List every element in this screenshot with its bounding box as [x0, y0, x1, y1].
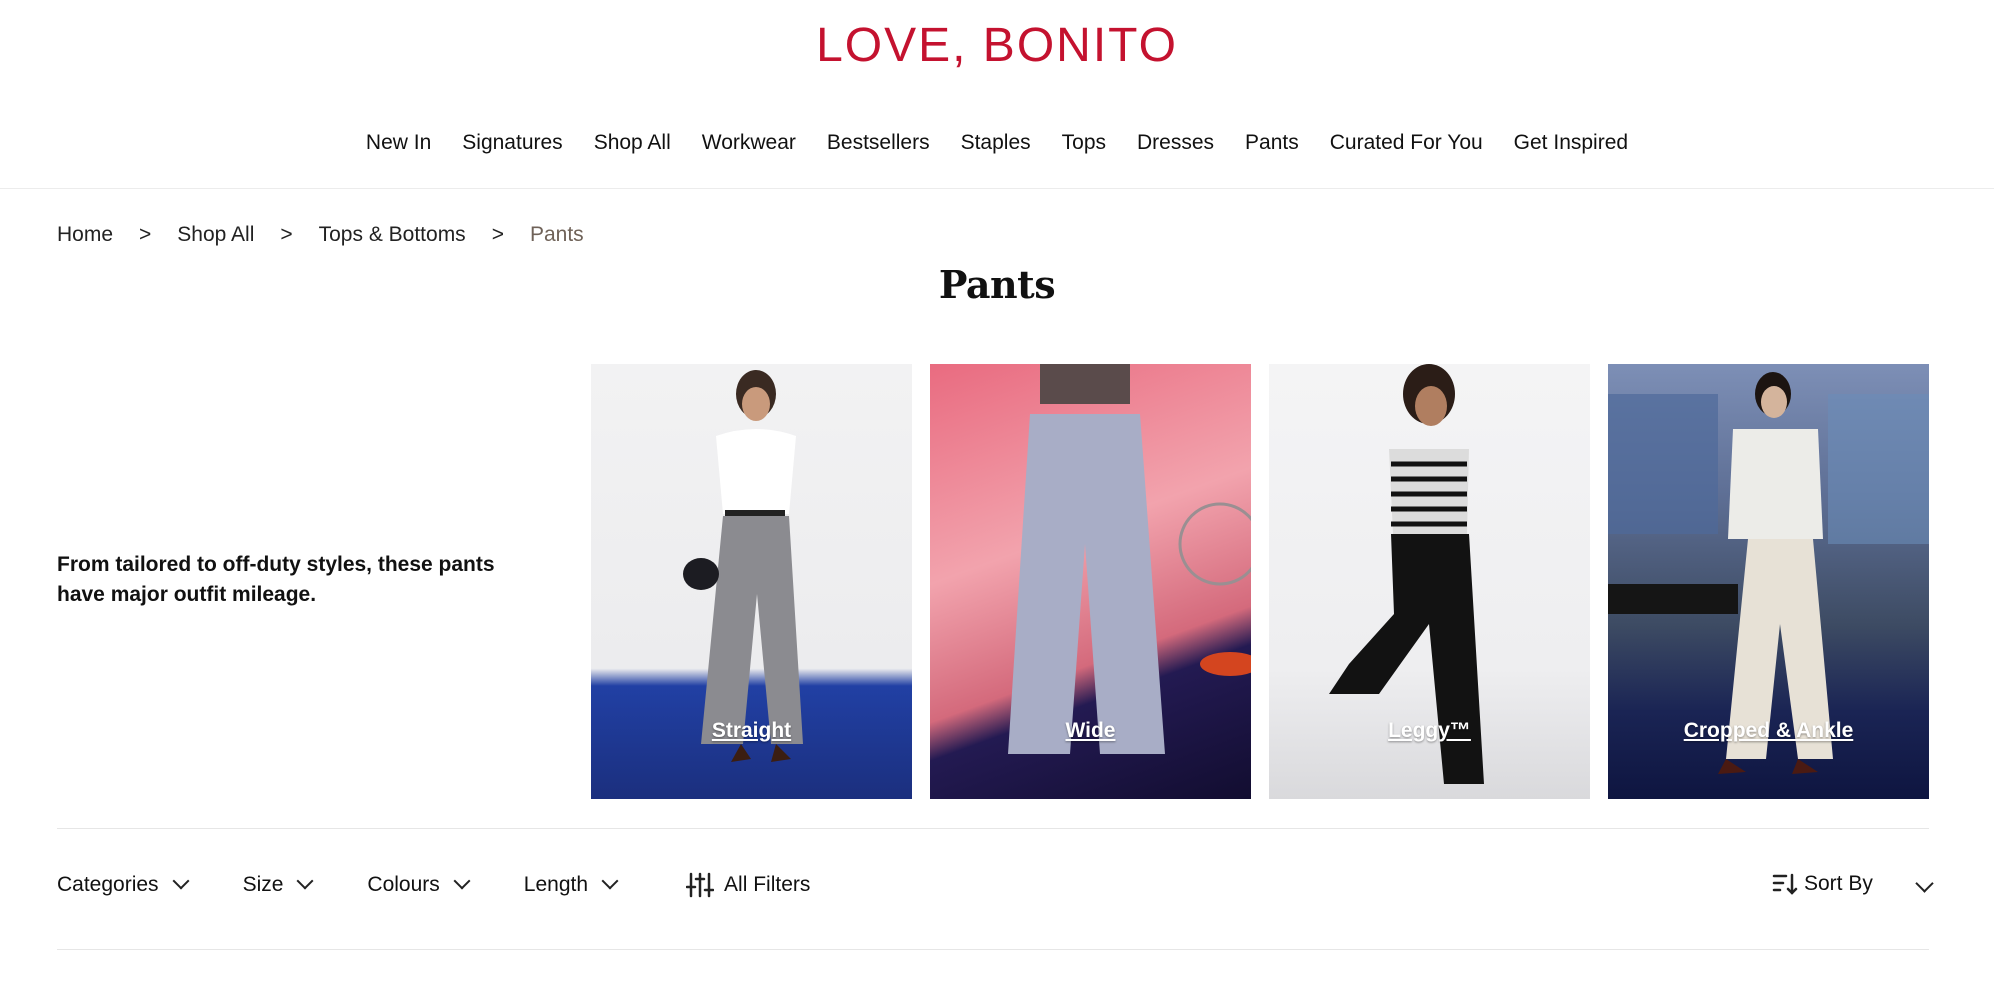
filter-size[interactable]: Size	[242, 872, 314, 897]
divider	[57, 828, 1929, 829]
brand-logo[interactable]: LOVE, BONITO	[0, 18, 1994, 74]
filter-colours[interactable]: Colours	[367, 872, 471, 897]
filter-label: Length	[523, 873, 589, 896]
breadcrumb-shop-all[interactable]: Shop All	[177, 223, 254, 247]
breadcrumb-home[interactable]: Home	[57, 223, 113, 247]
sliders-icon	[686, 872, 715, 898]
filter-bar: Categories Size Colours Length All Filte…	[57, 872, 810, 898]
category-tile-label[interactable]: Straight	[591, 719, 912, 743]
breadcrumb: Home > Shop All > Tops & Bottoms > Pants	[57, 223, 584, 247]
nav-item-staples[interactable]: Staples	[961, 126, 1031, 160]
chevron-down-icon	[172, 872, 190, 890]
filter-label: Size	[242, 873, 284, 896]
site-header: LOVE, BONITO New In Signatures Shop All …	[0, 0, 1994, 189]
category-tile-label[interactable]: Cropped & Ankle	[1608, 719, 1929, 743]
filter-label: Categories	[57, 873, 159, 896]
category-tile-leggy[interactable]: Leggy™	[1269, 364, 1590, 799]
category-tile-label[interactable]: Wide	[930, 719, 1251, 743]
all-filters-button[interactable]: All Filters	[686, 872, 810, 898]
category-tile-wide[interactable]: Wide	[930, 364, 1251, 799]
chevron-down-icon	[453, 872, 471, 890]
category-tile-cropped-ankle[interactable]: Cropped & Ankle	[1608, 364, 1929, 799]
breadcrumb-separator: >	[491, 223, 504, 246]
breadcrumb-current: Pants	[529, 223, 584, 246]
nav-item-dresses[interactable]: Dresses	[1137, 126, 1214, 160]
sort-by-button[interactable]: Sort By	[1772, 872, 1873, 896]
chevron-down-icon[interactable]	[1915, 874, 1934, 893]
nav-item-tops[interactable]: Tops	[1062, 126, 1106, 160]
chevron-down-icon	[296, 872, 314, 890]
page-title: Pants	[938, 262, 1056, 307]
nav-item-get-inspired[interactable]: Get Inspired	[1514, 126, 1628, 160]
nav-item-workwear[interactable]: Workwear	[702, 126, 796, 160]
breadcrumb-separator: >	[280, 223, 293, 246]
filter-label: Colours	[367, 873, 440, 896]
nav-item-curated-for-you[interactable]: Curated For You	[1330, 126, 1483, 160]
category-tile-label[interactable]: Leggy™	[1269, 719, 1590, 743]
nav-item-pants[interactable]: Pants	[1245, 126, 1299, 160]
breadcrumb-tops-bottoms[interactable]: Tops & Bottoms	[319, 223, 466, 247]
nav-item-shop-all[interactable]: Shop All	[594, 126, 671, 160]
category-intro: From tailored to off-duty styles, these …	[57, 553, 495, 606]
all-filters-label: All Filters	[724, 873, 811, 896]
main-nav: New In Signatures Shop All Workwear Best…	[0, 126, 1994, 160]
nav-item-new-in[interactable]: New In	[366, 126, 431, 160]
sort-icon	[1772, 873, 1798, 895]
sort-by-label: Sort By	[1804, 872, 1873, 895]
nav-item-bestsellers[interactable]: Bestsellers	[827, 126, 930, 160]
category-tiles: Straight Wide Leggy™ Cropped & Ankle	[591, 364, 1929, 799]
category-tile-straight[interactable]: Straight	[591, 364, 912, 799]
filter-categories[interactable]: Categories	[57, 872, 190, 897]
breadcrumb-separator: >	[139, 223, 152, 246]
divider	[57, 949, 1929, 950]
chevron-down-icon	[601, 872, 619, 890]
filter-length[interactable]: Length	[523, 872, 619, 897]
nav-item-signatures[interactable]: Signatures	[462, 126, 562, 160]
